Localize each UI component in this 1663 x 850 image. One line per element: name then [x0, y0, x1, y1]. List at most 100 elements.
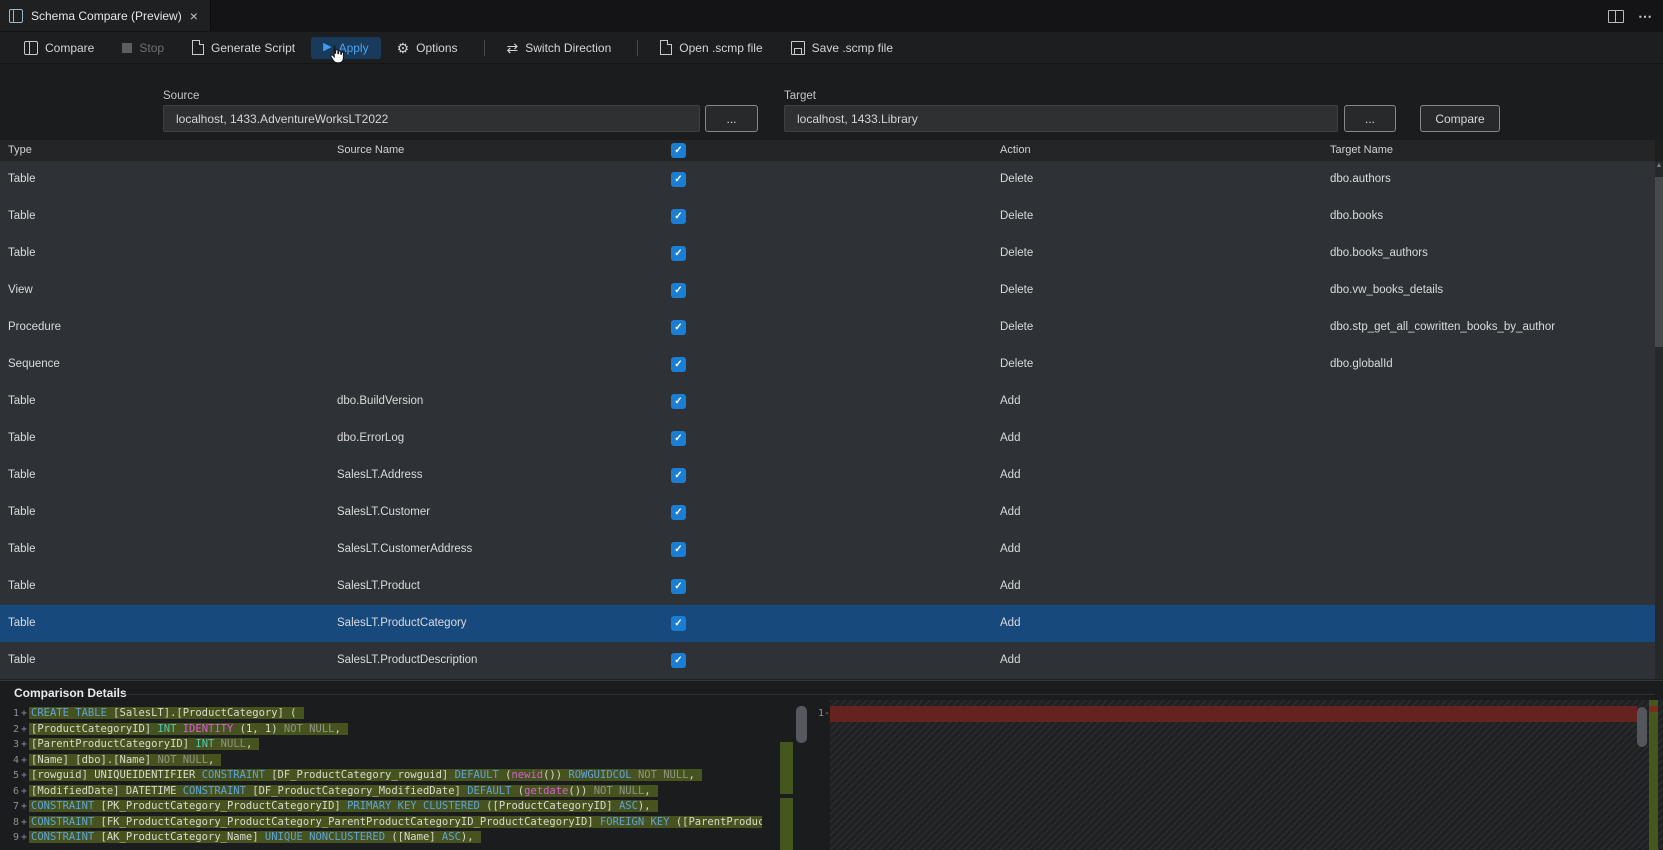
include-checkbox[interactable]: ✓: [671, 505, 686, 520]
diff-add-marker: +: [20, 708, 28, 719]
source-label: Source: [163, 90, 200, 102]
include-checkbox[interactable]: ✓: [671, 468, 686, 483]
include-checkbox[interactable]: ✓: [671, 320, 686, 335]
code-text: CONSTRAINT [FK_ProductCategory_ProductCa…: [29, 815, 762, 828]
target-input[interactable]: [784, 105, 1338, 132]
toolbar-item-label: Apply: [338, 40, 369, 55]
cell-action: Add: [1000, 617, 1021, 629]
include-checkbox[interactable]: ✓: [671, 394, 686, 409]
grid-scrollbar-thumb[interactable]: [1655, 177, 1663, 347]
cell-type: Table: [8, 395, 36, 407]
select-all-checkbox[interactable]: ✓: [671, 143, 686, 158]
stop-button: Stop: [110, 37, 176, 59]
diff-add-marker: +: [20, 832, 28, 843]
open-scmp-file-button[interactable]: Open .scmp file: [648, 36, 774, 59]
doc-icon: [192, 40, 205, 55]
line-number: 4: [12, 754, 19, 766]
toolbar-item-label: Save .scmp file: [811, 40, 894, 55]
table-row[interactable]: Table dbo.BuildVersion ✓ Add: [0, 383, 1655, 420]
compare-button[interactable]: Compare: [12, 37, 106, 59]
table-row[interactable]: Table dbo.ErrorLog ✓ Add: [0, 420, 1655, 457]
apply-button[interactable]: ▶ Apply: [311, 36, 381, 59]
cell-target-name: dbo.books: [1330, 210, 1384, 222]
diff-add-marker: +: [20, 754, 28, 766]
comparison-details-panel: Comparison Details 1 + CREATE TABLE [Sales…: [0, 680, 1663, 850]
cell-type: Table: [8, 247, 36, 259]
table-row[interactable]: Table ✓ Delete dbo.books: [0, 198, 1655, 235]
cell-action: Add: [1000, 395, 1021, 407]
code-line: 9 + CONSTRAINT [AK_ProductCategory_Name] U…: [0, 830, 762, 846]
table-row[interactable]: Table SalesLT.Customer ✓ Add: [0, 494, 1655, 531]
toolbar-separator: [483, 39, 485, 56]
right-overview-removed-mark: [1649, 706, 1658, 712]
details-divider: [122, 694, 1655, 695]
line-number: 2: [12, 723, 19, 735]
comparison-details-title: Comparison Details: [14, 686, 127, 700]
right-scrollbar-thumb[interactable]: [1637, 707, 1647, 747]
include-checkbox[interactable]: ✓: [671, 431, 686, 446]
schema-compare-tab-icon: [9, 8, 23, 23]
cell-type: Table: [8, 617, 36, 629]
table-row[interactable]: Table SalesLT.Address ✓ Add: [0, 457, 1655, 494]
cell-source-name: SalesLT.ProductCategory: [337, 617, 467, 629]
more-actions-icon[interactable]: ⋯: [1638, 8, 1653, 25]
diff-right-empty-region: [830, 700, 1663, 850]
cell-type: Table: [8, 543, 36, 555]
diff-add-marker: +: [20, 723, 28, 735]
table-row[interactable]: Sequence ✓ Delete dbo.globalId: [0, 346, 1655, 383]
cell-action: Add: [1000, 580, 1021, 592]
code-line: 3 + [ParentProductCategoryID] INT NULL,: [0, 737, 762, 753]
include-checkbox[interactable]: ✓: [671, 653, 686, 668]
compare-run-button[interactable]: Compare: [1420, 105, 1500, 132]
header-type: Type: [8, 144, 32, 156]
close-icon[interactable]: ×: [190, 9, 198, 23]
cell-action: Add: [1000, 654, 1021, 666]
source-input[interactable]: [163, 105, 700, 132]
toolbar-item-label: Generate Script: [211, 40, 296, 55]
options-button[interactable]: ⚙ Options: [385, 37, 470, 59]
include-checkbox[interactable]: ✓: [671, 616, 686, 631]
schema-compare-window: Schema Compare (Preview) × ⋯ Compare Stop…: [0, 0, 1663, 850]
tab-schema-compare[interactable]: Schema Compare (Preview) ×: [0, 0, 211, 31]
source-browse-button[interactable]: ...: [705, 105, 758, 132]
cell-action: Add: [1000, 543, 1021, 555]
line-number: 9: [12, 832, 19, 843]
diff-left-code[interactable]: 1 + CREATE TABLE [SalesLT].[ProductCategor…: [0, 706, 762, 850]
swap-icon: ⇄: [506, 39, 519, 56]
include-checkbox[interactable]: ✓: [671, 283, 686, 298]
diff-add-marker: +: [20, 801, 28, 812]
include-checkbox[interactable]: ✓: [671, 246, 686, 261]
include-checkbox[interactable]: ✓: [671, 209, 686, 224]
split-editor-icon[interactable]: [1608, 9, 1624, 23]
table-row[interactable]: View ✓ Delete dbo.vw_books_details: [0, 272, 1655, 309]
table-row[interactable]: Table ✓ Delete dbo.books_authors: [0, 235, 1655, 272]
table-row[interactable]: Table ✓ Delete dbo.authors: [0, 161, 1655, 198]
target-browse-button[interactable]: ...: [1344, 105, 1396, 132]
table-row[interactable]: Table SalesLT.Product ✓ Add: [0, 568, 1655, 605]
switch-direction-button[interactable]: ⇄ Switch Direction: [495, 37, 624, 59]
include-checkbox[interactable]: ✓: [671, 579, 686, 594]
cell-action: Delete: [1000, 247, 1034, 259]
include-checkbox[interactable]: ✓: [671, 542, 686, 557]
include-checkbox[interactable]: ✓: [671, 357, 686, 372]
table-row[interactable]: Table SalesLT.CustomerAddress ✓ Add: [0, 531, 1655, 568]
diff-removed-line-bar: [830, 706, 1637, 722]
table-row[interactable]: Table SalesLT.ProductDescription ✓ Add: [0, 642, 1655, 679]
include-checkbox[interactable]: ✓: [671, 172, 686, 187]
generate-script-button[interactable]: Generate Script: [180, 36, 307, 59]
cell-type: Table: [8, 210, 36, 222]
line-number: 1: [12, 708, 19, 719]
scrollbar-up-icon[interactable]: ▲: [1654, 162, 1663, 169]
table-row[interactable]: Table SalesLT.ProductCategory ✓ Add: [0, 605, 1655, 642]
code-text: [Name] [dbo].[Name] NOT NULL,: [29, 753, 222, 766]
toolbar-item-label: Stop: [139, 40, 165, 55]
line-number: 7: [12, 801, 19, 812]
table-row[interactable]: Procedure ✓ Delete dbo.stp_get_all_cowritte…: [0, 309, 1655, 346]
cell-source-name: dbo.ErrorLog: [337, 432, 405, 444]
line-number: 6: [12, 785, 19, 797]
cell-source-name: SalesLT.Customer: [337, 506, 431, 518]
save-scmp-file-button[interactable]: Save .scmp file: [779, 37, 905, 59]
toolbar: Compare Stop Generate Script ▶ Apply ⚙ Options…: [0, 32, 1663, 64]
code-text: [rowguid] UNIQUEIDENTIFIER CONSTRAINT [D…: [29, 769, 702, 781]
gear-icon: ⚙: [396, 39, 410, 56]
